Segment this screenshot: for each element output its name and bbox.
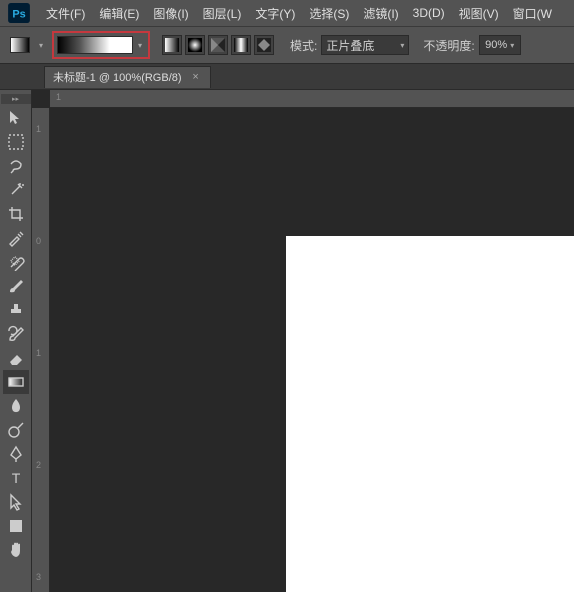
gradient-diamond-icon[interactable] xyxy=(254,35,274,55)
vertical-ruler[interactable]: 1 0 1 2 3 xyxy=(32,108,50,592)
canvas-viewport[interactable] xyxy=(50,108,574,592)
menu-layer[interactable]: 图层(L) xyxy=(203,5,242,22)
gradient-linear-icon[interactable] xyxy=(162,35,182,55)
ruler-tick: 1 xyxy=(56,92,61,102)
gradient-angle-icon[interactable] xyxy=(208,35,228,55)
opacity-group: 不透明度: 90% ▾ xyxy=(423,35,520,55)
blend-mode-select[interactable]: 正片叠底 ▾ xyxy=(321,35,409,55)
ruler-tick: 1 xyxy=(36,124,41,134)
healing-brush-tool-icon[interactable] xyxy=(3,250,29,274)
opacity-input[interactable]: 90% ▾ xyxy=(479,35,521,55)
path-selection-tool-icon[interactable] xyxy=(3,490,29,514)
opacity-value: 90% xyxy=(485,39,507,51)
svg-text:T: T xyxy=(11,470,20,486)
mode-label: 模式: xyxy=(290,37,317,54)
menu-edit[interactable]: 编辑(E) xyxy=(99,5,139,22)
eraser-tool-icon[interactable] xyxy=(3,346,29,370)
magic-wand-tool-icon[interactable] xyxy=(3,178,29,202)
gradient-type-group xyxy=(162,35,274,55)
menu-filter[interactable]: 滤镜(I) xyxy=(363,5,398,22)
blur-tool-icon[interactable] xyxy=(3,394,29,418)
ruler-tick: 0 xyxy=(36,236,41,246)
document-tab-bar: 未标题-1 @ 100%(RGB/8) × xyxy=(0,64,574,90)
close-icon[interactable]: × xyxy=(190,71,202,83)
ps-logo-icon: Ps xyxy=(6,3,32,23)
menu-view[interactable]: 视图(V) xyxy=(459,5,499,22)
tool-preset-dropdown[interactable]: ▾ xyxy=(36,37,46,53)
ruler-tick: 3 xyxy=(36,572,41,582)
pen-tool-icon[interactable] xyxy=(3,442,29,466)
move-tool-icon[interactable] xyxy=(3,106,29,130)
gradient-reflected-icon[interactable] xyxy=(231,35,251,55)
main-area: ▸▸ T 1 1 0 1 2 3 xyxy=(0,90,574,592)
history-brush-tool-icon[interactable] xyxy=(3,322,29,346)
menu-select[interactable]: 选择(S) xyxy=(309,5,349,22)
blend-mode-group: 模式: 正片叠底 ▾ xyxy=(290,35,409,55)
dodge-tool-icon[interactable] xyxy=(3,418,29,442)
gradient-preview[interactable] xyxy=(57,36,133,54)
document-canvas[interactable] xyxy=(286,236,574,592)
hand-tool-icon[interactable] xyxy=(3,538,29,562)
menu-file[interactable]: 文件(F) xyxy=(46,5,85,22)
brush-tool-icon[interactable] xyxy=(3,274,29,298)
gradient-tool-icon[interactable] xyxy=(3,370,29,394)
marquee-tool-icon[interactable] xyxy=(3,130,29,154)
menu-image[interactable]: 图像(I) xyxy=(153,5,188,22)
tools-expand-icon[interactable]: ▸▸ xyxy=(1,94,31,104)
menu-window[interactable]: 窗口(W xyxy=(513,5,552,22)
chevron-down-icon: ▾ xyxy=(510,41,514,50)
type-tool-icon[interactable]: T xyxy=(3,466,29,490)
blend-mode-value: 正片叠底 xyxy=(326,37,374,54)
chevron-down-icon: ▾ xyxy=(400,41,404,50)
menu-type[interactable]: 文字(Y) xyxy=(255,5,295,22)
work-area: 1 1 0 1 2 3 xyxy=(32,90,574,592)
ruler-tick: 1 xyxy=(36,348,41,358)
eyedropper-tool-icon[interactable] xyxy=(3,226,29,250)
lasso-tool-icon[interactable] xyxy=(3,154,29,178)
gradient-picker-highlight: ▾ xyxy=(52,31,150,59)
svg-text:Ps: Ps xyxy=(12,9,25,21)
stamp-tool-icon[interactable] xyxy=(3,298,29,322)
shape-tool-icon[interactable] xyxy=(3,514,29,538)
options-bar: ▾ ▾ 模式: 正片叠底 ▾ 不透明度: 90% ▾ xyxy=(0,26,574,64)
ruler-tick: 2 xyxy=(36,460,41,470)
document-tab[interactable]: 未标题-1 @ 100%(RGB/8) × xyxy=(44,66,211,88)
horizontal-ruler[interactable]: 1 xyxy=(50,90,574,108)
tool-preset-swatch[interactable] xyxy=(10,37,30,53)
menu-bar: Ps 文件(F) 编辑(E) 图像(I) 图层(L) 文字(Y) 选择(S) 滤… xyxy=(0,0,574,26)
document-tab-title: 未标题-1 @ 100%(RGB/8) xyxy=(53,69,182,85)
tools-panel: ▸▸ T xyxy=(0,90,32,592)
opacity-label: 不透明度: xyxy=(423,37,474,54)
gradient-radial-icon[interactable] xyxy=(185,35,205,55)
crop-tool-icon[interactable] xyxy=(3,202,29,226)
gradient-dropdown[interactable]: ▾ xyxy=(135,37,145,53)
menu-3d[interactable]: 3D(D) xyxy=(413,6,445,20)
